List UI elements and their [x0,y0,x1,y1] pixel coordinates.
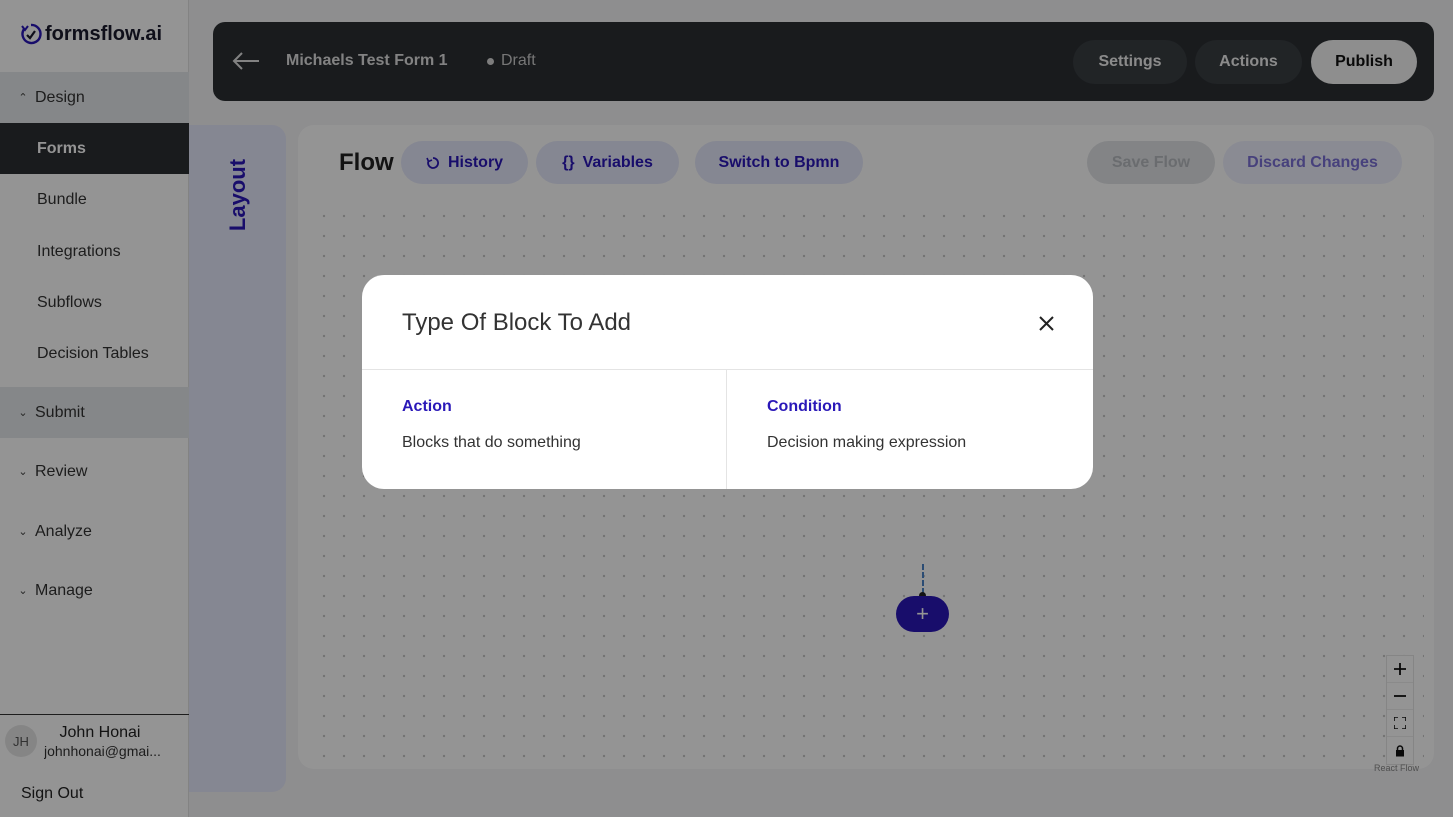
modal-header: Type Of Block To Add [362,275,1093,370]
option-description: Blocks that do something [402,434,581,451]
modal-title: Type Of Block To Add [402,309,632,336]
option-title: Condition [767,398,842,415]
option-title: Action [402,398,452,415]
close-icon [1038,315,1054,331]
block-option-action[interactable]: Action Blocks that do something [362,370,727,489]
block-option-condition[interactable]: Condition Decision making expression [727,370,1093,489]
block-type-modal: Type Of Block To Add Action Blocks that … [362,275,1093,489]
close-button[interactable] [1034,311,1058,335]
option-description: Decision making expression [767,434,967,451]
